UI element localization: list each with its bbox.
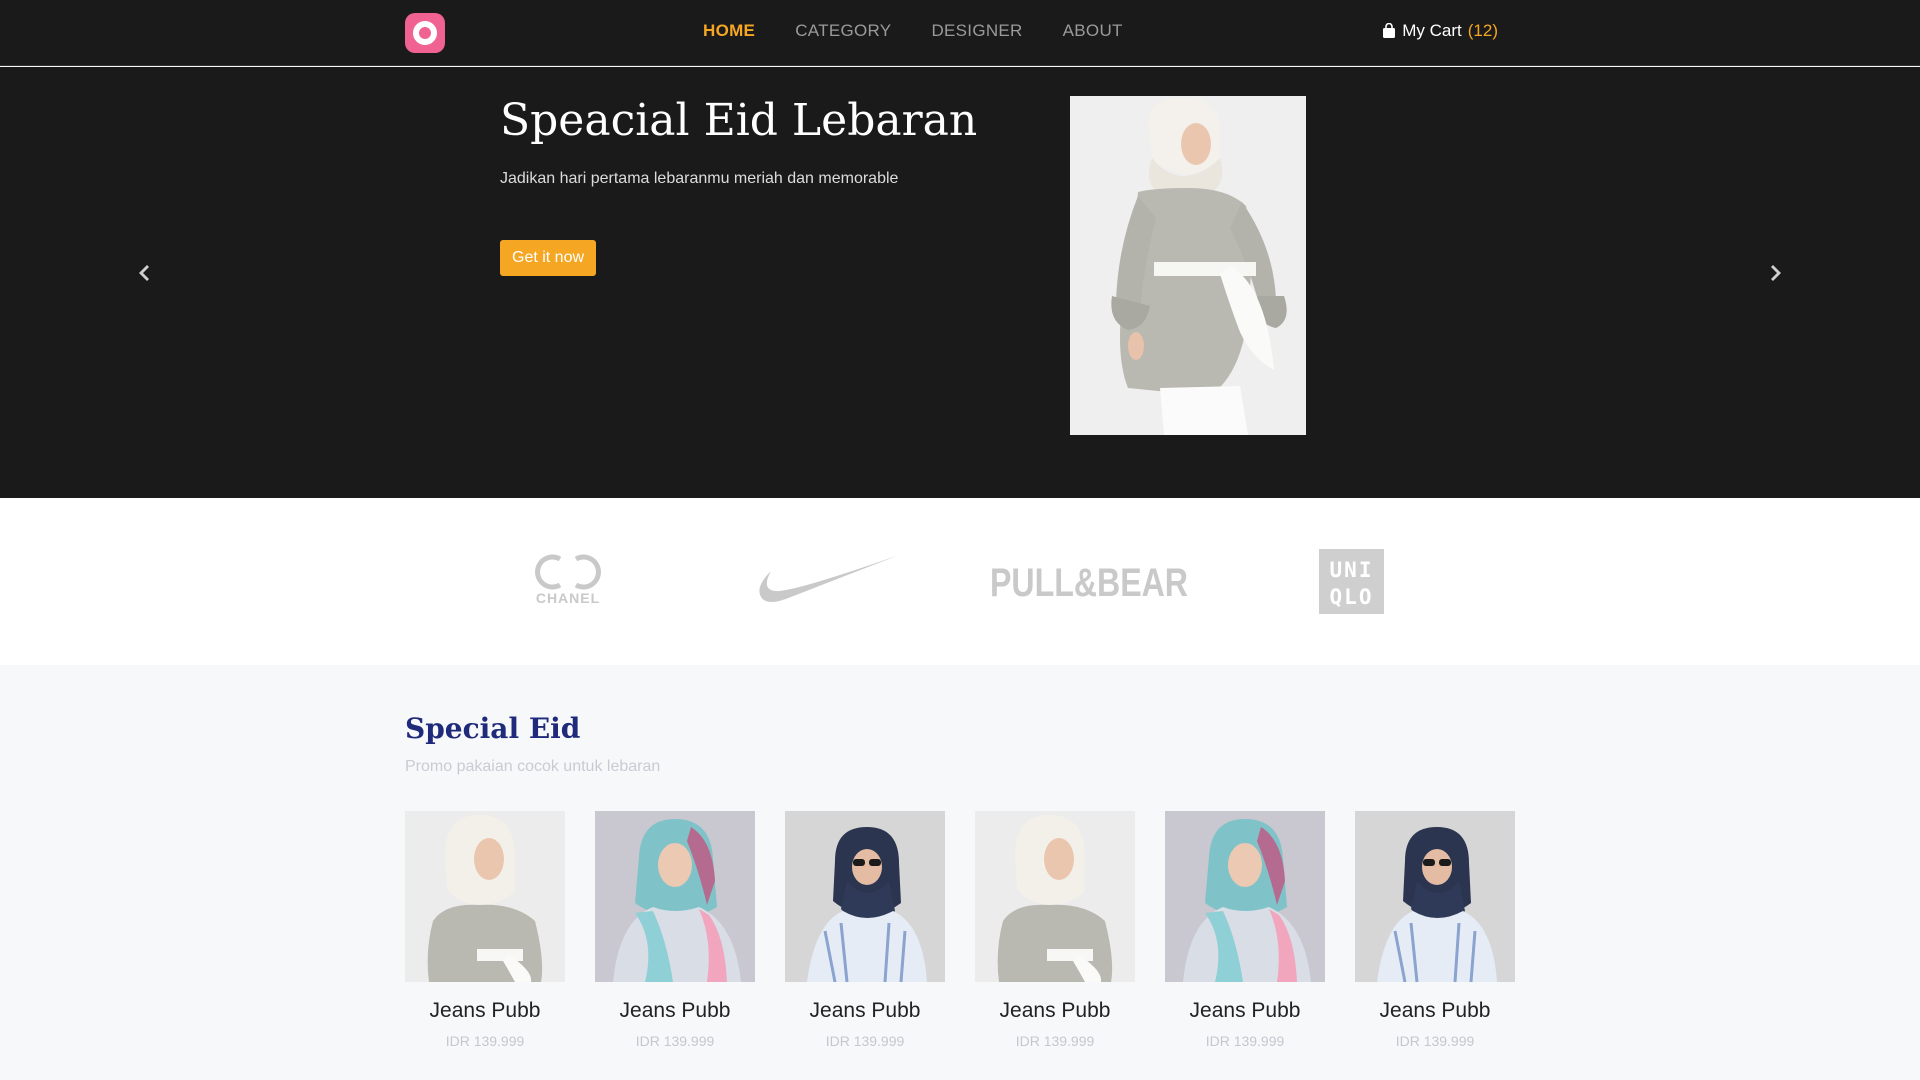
shopping-bag-icon bbox=[1383, 23, 1396, 38]
product-price: IDR 139.999 bbox=[445, 1033, 525, 1049]
product-image[interactable] bbox=[975, 811, 1135, 982]
product-card[interactable]: Jeans Pubb IDR 139.999 bbox=[1165, 811, 1325, 1049]
navbar: HOME CATEGORY DESIGNER ABOUT My Cart (12… bbox=[0, 0, 1920, 66]
product-card[interactable]: Jeans Pubb IDR 139.999 bbox=[405, 811, 565, 1049]
product-name[interactable]: Jeans Pubb bbox=[975, 999, 1135, 1023]
nike-swoosh-logo[interactable] bbox=[757, 553, 901, 609]
nav-link-about[interactable]: ABOUT bbox=[1063, 21, 1123, 41]
pull-and-bear-wordmark: PULL&BEAR bbox=[990, 561, 1188, 604]
product-name[interactable]: Jeans Pubb bbox=[1355, 999, 1515, 1023]
logo-ring-icon bbox=[413, 21, 437, 45]
product-name[interactable]: Jeans Pubb bbox=[595, 999, 755, 1023]
pull-and-bear-logo[interactable]: PULL&BEAR bbox=[990, 558, 1190, 604]
hero-title: Speacial Eid Lebaran bbox=[500, 95, 978, 146]
cart-label: My Cart bbox=[1402, 21, 1462, 40]
product-name[interactable]: Jeans Pubb bbox=[785, 999, 945, 1023]
product-name[interactable]: Jeans Pubb bbox=[405, 999, 565, 1023]
nav-link-category[interactable]: CATEGORY bbox=[795, 21, 891, 41]
product-price: IDR 139.999 bbox=[635, 1033, 715, 1049]
product-price: IDR 139.999 bbox=[825, 1033, 905, 1049]
product-price: IDR 139.999 bbox=[1395, 1033, 1475, 1049]
product-card[interactable]: Jeans Pubb IDR 139.999 bbox=[975, 811, 1135, 1049]
get-it-now-button[interactable]: Get it now bbox=[500, 240, 597, 276]
hero-product-image bbox=[1070, 96, 1306, 435]
cart-button[interactable]: My Cart (12) bbox=[1382, 21, 1498, 41]
product-image[interactable] bbox=[1165, 811, 1325, 982]
chanel-logo[interactable]: CHANEL bbox=[530, 553, 606, 605]
nav-link-designer[interactable]: DESIGNER bbox=[931, 21, 1022, 41]
product-card[interactable]: Jeans Pubb IDR 139.999 bbox=[595, 811, 755, 1049]
uniqlo-wordmark-line2: QLO bbox=[1330, 585, 1374, 609]
section-subtitle: Promo pakaian cocok untuk lebaran bbox=[405, 758, 661, 775]
hero-subtitle: Jadikan hari pertama lebaranmu meriah da… bbox=[500, 170, 899, 187]
uniqlo-wordmark: UNI bbox=[1330, 558, 1374, 582]
cart-count: (12) bbox=[1467, 21, 1498, 40]
product-image[interactable] bbox=[595, 811, 755, 982]
product-image[interactable] bbox=[405, 811, 565, 982]
hero-carousel: Speacial Eid Lebaran Jadikan hari pertam… bbox=[0, 67, 1920, 498]
product-image[interactable] bbox=[1355, 811, 1515, 982]
section-title: Special Eid bbox=[405, 712, 581, 745]
chanel-wordmark: CHANEL bbox=[536, 590, 600, 605]
chevron-right-icon[interactable] bbox=[1764, 261, 1788, 285]
product-price: IDR 139.999 bbox=[1015, 1033, 1095, 1049]
nav-menu: HOME CATEGORY DESIGNER ABOUT bbox=[703, 21, 1123, 41]
chevron-left-icon[interactable] bbox=[132, 261, 156, 285]
nav-link-home[interactable]: HOME bbox=[703, 21, 755, 41]
uniqlo-logo[interactable]: UNI QLO bbox=[1319, 549, 1384, 614]
product-grid: Jeans Pubb IDR 139.999 Jeans Pubb IDR 13… bbox=[405, 811, 1515, 1049]
product-price: IDR 139.999 bbox=[1205, 1033, 1285, 1049]
product-card[interactable]: Jeans Pubb IDR 139.999 bbox=[1355, 811, 1515, 1049]
brand-logo[interactable] bbox=[405, 13, 445, 53]
brand-strip: CHANEL PULL&BEAR UNI QLO bbox=[0, 498, 1920, 665]
product-image[interactable] bbox=[785, 811, 945, 982]
product-name[interactable]: Jeans Pubb bbox=[1165, 999, 1325, 1023]
product-card[interactable]: Jeans Pubb IDR 139.999 bbox=[785, 811, 945, 1049]
